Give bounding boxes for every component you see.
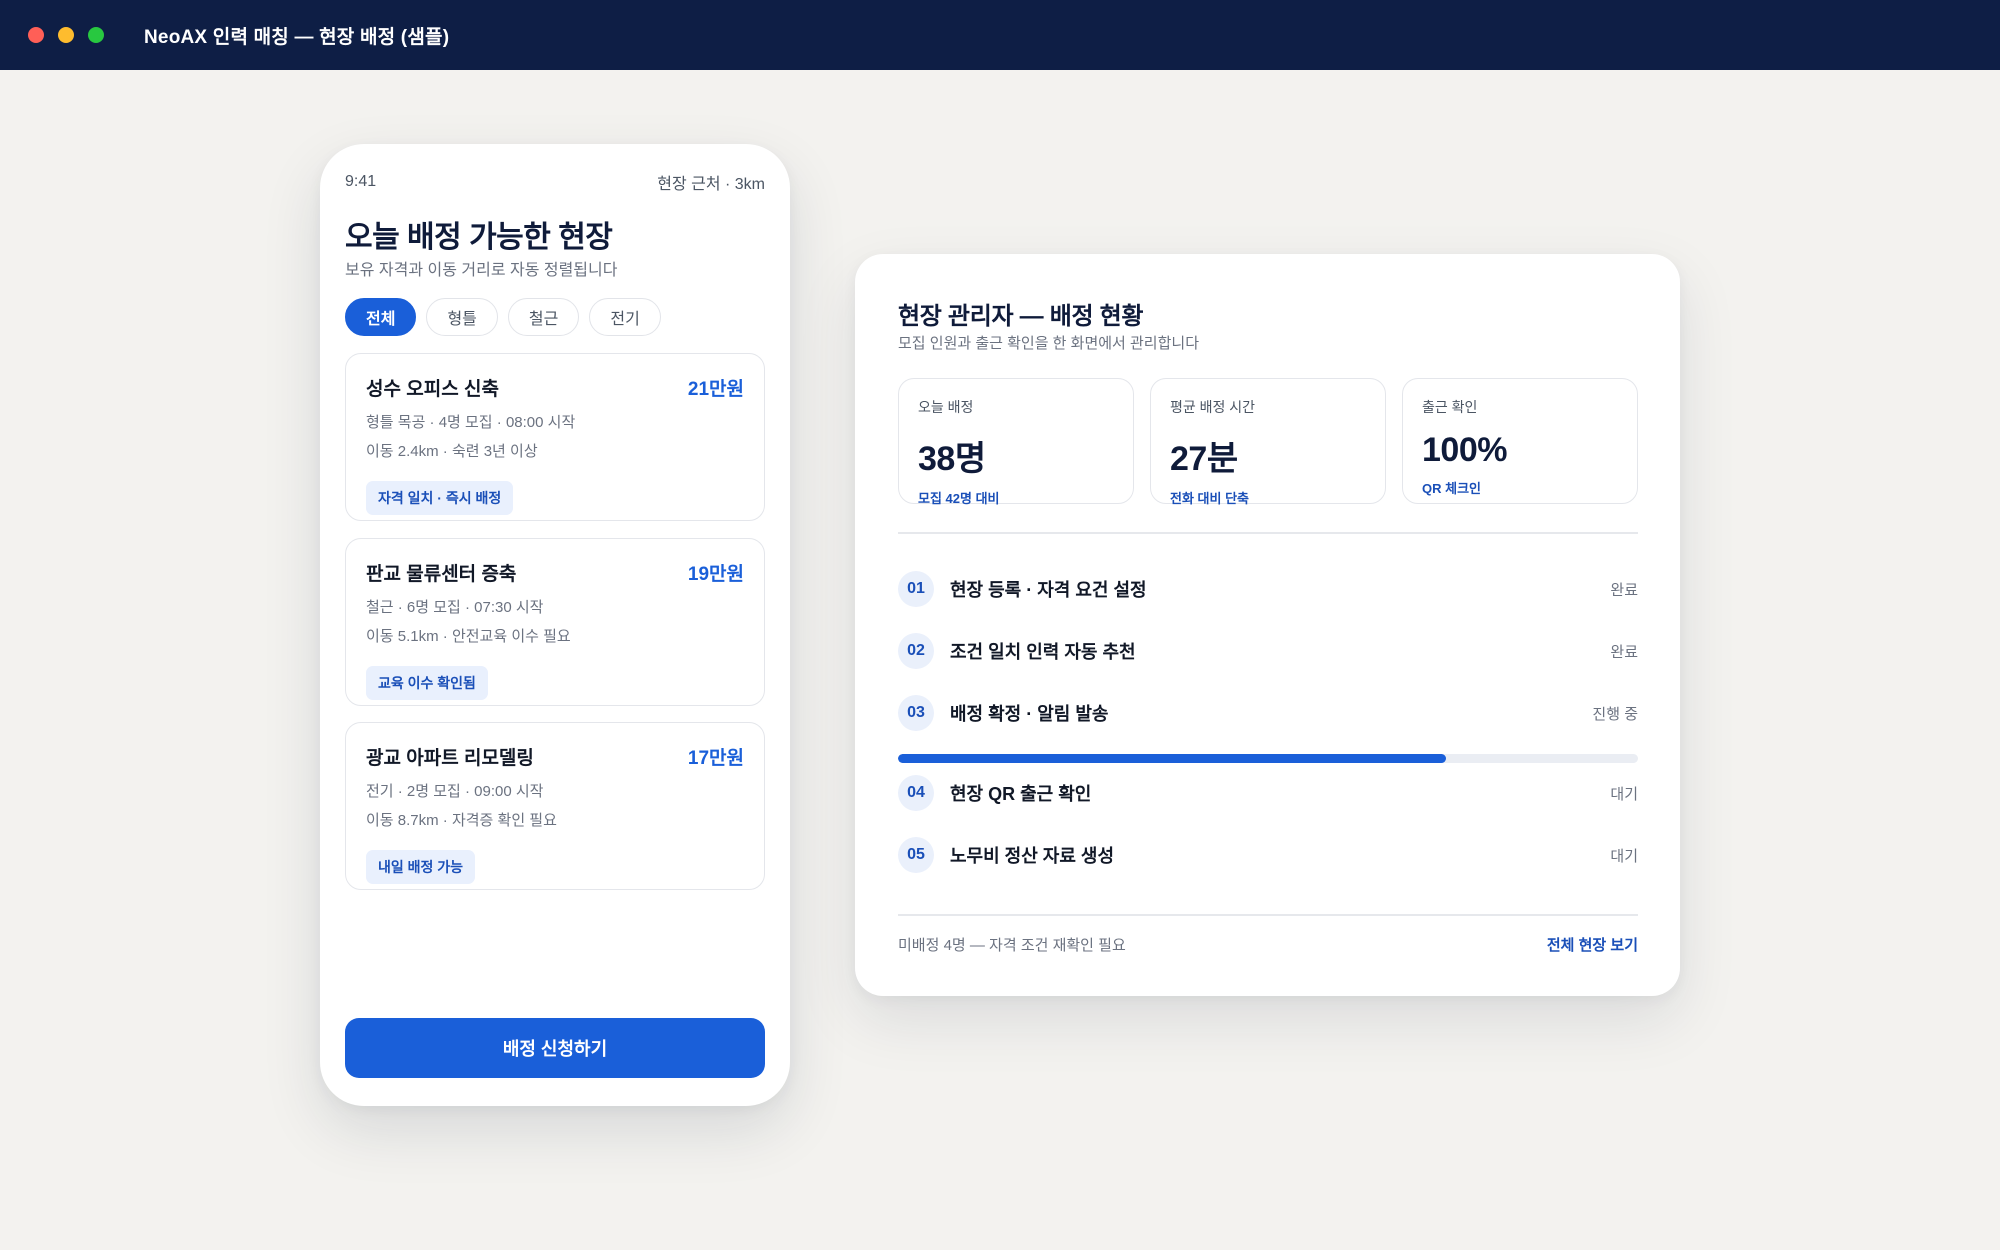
progress-fill [898,754,1446,763]
dashboard-title: 현장 관리자 — 배정 현황 [898,303,1144,330]
apply-assignment-button[interactable]: 배정 신청하기 [345,1018,765,1078]
page-subtitle: 보유 자격과 이동 거리로 자동 정렬됩니다 [345,262,618,279]
filter-chips: 전체 형틀 철근 전기 [345,298,661,336]
stat-card-assigned: 오늘 배정 38명 모집 42명 대비 [898,378,1134,506]
job-requirements: 이동 2.4km · 숙련 3년 이상 [366,443,538,460]
step-number: 04 [898,775,934,811]
step-status: 진행 중 [1592,705,1638,723]
unassigned-note: 미배정 4명 — 자격 조건 재확인 필요 [898,937,1126,954]
step-row: 04 현장 QR 출근 확인 대기 [898,773,1638,813]
stat-value: 38명 [918,440,986,478]
step-label: 노무비 정산 자료 생성 [950,846,1115,866]
window-controls [28,27,104,43]
step-row: 02 조건 일치 인력 자동 추천 완료 [898,631,1638,671]
job-status-badge: 자격 일치 · 즉시 배정 [366,481,514,515]
filter-chip-electric[interactable]: 전기 [589,298,661,336]
page-title: 오늘 배정 가능한 현장 [345,221,613,254]
filter-chip-rebar[interactable]: 철근 [507,298,580,336]
worker-phone-app: 9:41 현장 근처 · 3km 오늘 배정 가능한 현장 보유 자격과 이동 … [320,144,790,1106]
window-titlebar: NeoAX 인력 매칭 — 현장 배정 (샘플) [0,0,2000,70]
step-number: 01 [898,571,934,607]
job-requirements: 이동 8.7km · 자격증 확인 필요 [366,812,557,829]
divider [898,532,1638,534]
step-number: 03 [898,695,934,731]
stat-value: 27분 [1170,440,1238,478]
stat-card-checkin: 출근 확인 100% QR 체크인 [1402,378,1638,504]
job-requirements: 이동 5.1km · 안전교육 이수 필요 [366,628,571,645]
job-pay: 17만원 [687,748,744,769]
stat-card-avg-time: 평균 배정 시간 27분 전화 대비 단축 [1150,378,1386,506]
view-all-sites-link[interactable]: 전체 현장 보기 [1547,934,1638,955]
step-label: 배정 확정 · 알림 발송 [950,704,1109,724]
job-name: 광교 아파트 리모델링 [366,748,534,769]
step-status: 대기 [1610,847,1638,865]
step-label: 현장 등록 · 자격 요건 설정 [950,580,1147,600]
step-row: 01 현장 등록 · 자격 요건 설정 완료 [898,569,1638,609]
step-status: 완료 [1610,643,1638,661]
stat-label: 오늘 배정 [918,399,974,415]
close-window-button[interactable] [28,27,44,43]
job-detail: 전기 · 2명 모집 · 09:00 시작 [366,783,544,800]
filter-chip-formwork[interactable]: 형틀 [426,298,498,336]
phone-status-bar: 9:41 현장 근처 · 3km [345,170,765,194]
step-number: 05 [898,837,934,873]
window-title: NeoAX 인력 매칭 — 현장 배정 (샘플) [144,26,450,48]
step-status: 완료 [1610,581,1638,599]
divider [898,914,1638,916]
stat-note: 모집 42명 대비 [918,491,1000,506]
dashboard-subtitle: 모집 인원과 출근 확인을 한 화면에서 관리합니다 [898,335,1200,352]
step-label: 조건 일치 인력 자동 추천 [950,642,1136,662]
job-detail: 철근 · 6명 모집 · 07:30 시작 [366,599,544,616]
job-name: 성수 오피스 신축 [366,379,499,400]
stat-value: 100% [1422,431,1507,469]
job-pay: 19만원 [687,564,744,585]
assignment-progress-bar [898,754,1638,763]
stat-label: 출근 확인 [1422,399,1478,415]
filter-chip-all[interactable]: 전체 [345,298,417,336]
stat-label: 평균 배정 시간 [1170,399,1256,415]
status-location: 현장 근처 · 3km [657,176,765,193]
job-card[interactable]: 성수 오피스 신축 21만원 형틀 목공 · 4명 모집 · 08:00 시작 … [345,353,765,521]
minimize-window-button[interactable] [58,27,74,43]
job-name: 판교 물류센터 증축 [366,564,517,585]
job-status-badge: 내일 배정 가능 [366,850,476,884]
manager-dashboard: 현장 관리자 — 배정 현황 모집 인원과 출근 확인을 한 화면에서 관리합니… [855,254,1680,996]
stat-note: QR 체크인 [1422,481,1481,496]
stat-note: 전화 대비 단축 [1170,491,1249,506]
job-card[interactable]: 광교 아파트 리모델링 17만원 전기 · 2명 모집 · 09:00 시작 이… [345,722,765,890]
step-row: 05 노무비 정산 자료 생성 대기 [898,835,1638,875]
step-row: 03 배정 확정 · 알림 발송 진행 중 [898,693,1638,733]
step-number: 02 [898,633,934,669]
job-card[interactable]: 판교 물류센터 증축 19만원 철근 · 6명 모집 · 07:30 시작 이동… [345,538,765,706]
job-detail: 형틀 목공 · 4명 모집 · 08:00 시작 [366,414,576,431]
maximize-window-button[interactable] [88,27,104,43]
status-time: 9:41 [345,173,377,190]
step-status: 대기 [1610,785,1638,803]
step-label: 현장 QR 출근 확인 [950,784,1092,804]
job-status-badge: 교육 이수 확인됨 [366,666,488,700]
job-pay: 21만원 [687,379,744,400]
